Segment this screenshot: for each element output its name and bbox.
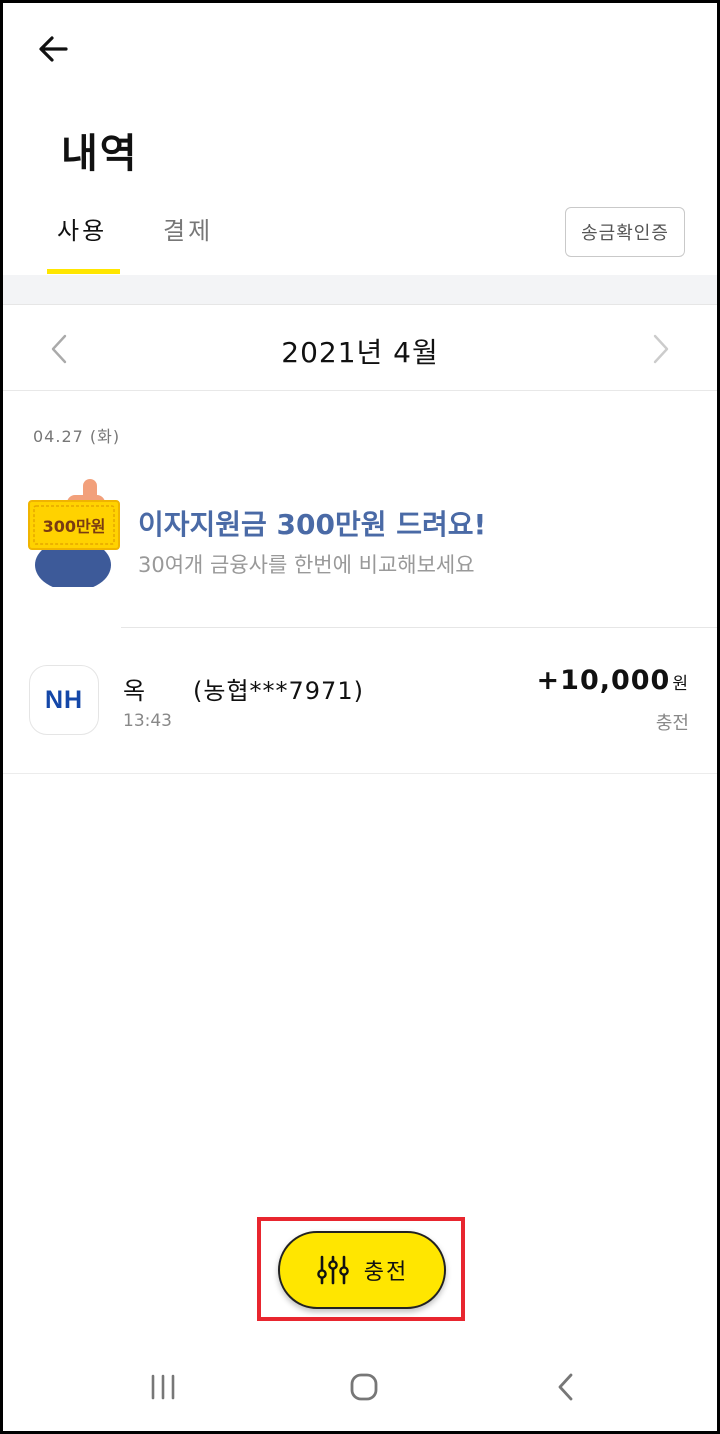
promo-title: 이자지원금 300만원 드려요! [138, 508, 487, 541]
date-group-header: 04.27 (화) [33, 427, 121, 446]
recents-button[interactable] [138, 1367, 188, 1407]
bank-logo-text: NH [44, 685, 84, 714]
promo-badge-text: 300만원 [43, 517, 106, 536]
tab-usage[interactable]: 사용 [57, 211, 107, 246]
promo-subtitle: 30여개 금융사를 한번에 비교해보세요 [138, 553, 475, 577]
tab-payment[interactable]: 결제 [163, 211, 213, 246]
active-tab-indicator [47, 269, 120, 274]
bank-logo: NH [29, 665, 99, 735]
nav-back-icon [558, 1373, 573, 1401]
home-icon [350, 1373, 378, 1401]
app-screen: 내역 사용 결제 송금확인증 2021년 4월 04.27 (화) 300만원 [0, 0, 720, 1434]
transaction-amount-wrap: +10,000 원 [537, 665, 689, 696]
system-back-button[interactable] [541, 1367, 591, 1407]
amount-unit: 원 [672, 674, 689, 694]
month-navigator: 2021년 4월 [3, 305, 717, 391]
promo-banner[interactable]: 300만원 이자지원금 300만원 드려요! 30여개 금융사를 한번에 비교해… [3, 473, 717, 623]
next-month-button[interactable] [641, 329, 681, 369]
month-label: 2021년 4월 [281, 336, 439, 369]
transfer-receipt-button[interactable]: 송금확인증 [565, 207, 685, 257]
transaction-type: 충전 [655, 713, 689, 734]
divider [3, 773, 717, 774]
page-title: 내역 [61, 131, 139, 177]
divider [121, 627, 717, 628]
transaction-account: (농협***7971) [193, 677, 364, 705]
system-nav-bar [3, 1349, 717, 1431]
section-spacer [3, 275, 717, 305]
transaction-name: 옥 [123, 677, 147, 705]
sliders-icon [316, 1255, 349, 1285]
transaction-row[interactable]: NH 옥 (농협***7971) 13:43 +10,000 원 충전 [3, 629, 717, 773]
promo-illustration: 300만원 [28, 479, 120, 587]
charge-button-label: 충전 [363, 1260, 409, 1285]
arrow-left-icon [39, 36, 68, 62]
transaction-time: 13:43 [123, 711, 172, 731]
home-button[interactable] [339, 1367, 389, 1407]
back-button[interactable] [31, 29, 75, 69]
recents-icon [151, 1374, 175, 1400]
charge-button[interactable]: 충전 [278, 1231, 446, 1309]
chevron-right-icon [653, 334, 669, 364]
tab-bar: 사용 결제 송금확인증 [3, 199, 717, 275]
transaction-amount: +10,000 [536, 665, 671, 696]
